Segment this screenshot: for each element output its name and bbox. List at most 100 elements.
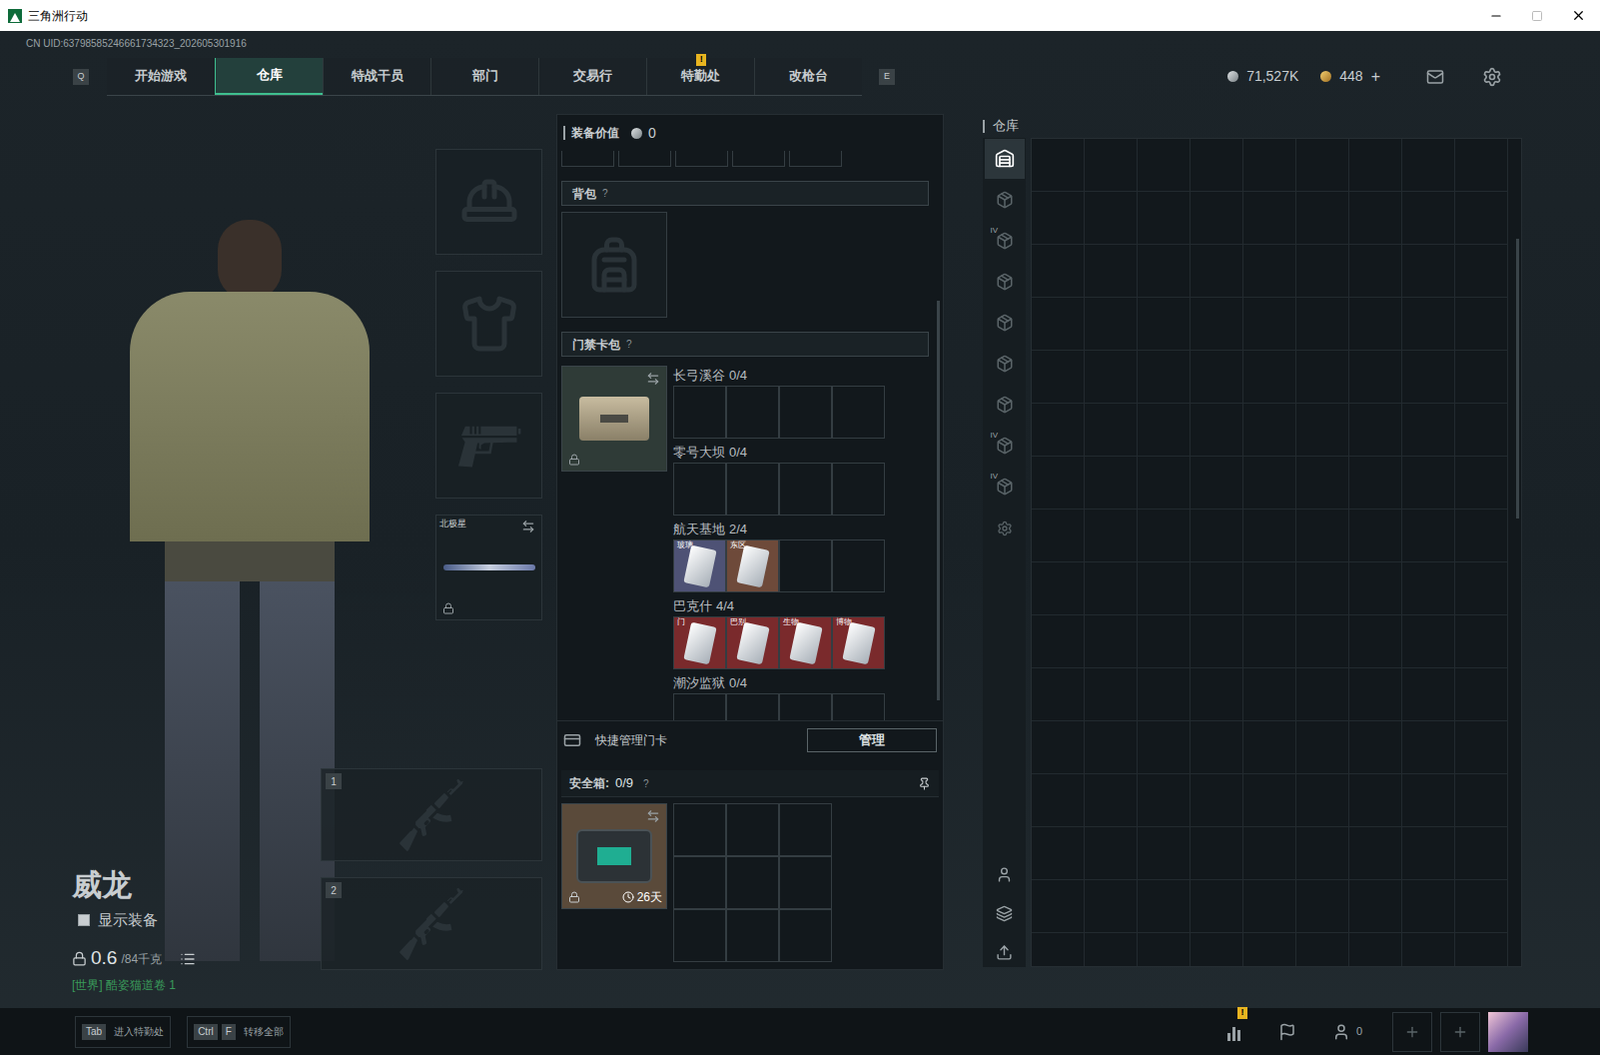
warehouse-cell[interactable] bbox=[1402, 668, 1456, 722]
warehouse-cell[interactable] bbox=[1349, 879, 1403, 933]
keycard-cell[interactable]: 门 bbox=[673, 616, 727, 670]
warehouse-cell[interactable] bbox=[1455, 509, 1509, 563]
maximize-icon[interactable] bbox=[1531, 9, 1544, 22]
rig-cell[interactable] bbox=[675, 150, 729, 167]
warehouse-cell[interactable] bbox=[1243, 721, 1297, 775]
equipment-slot[interactable] bbox=[435, 270, 543, 377]
warehouse-cell[interactable] bbox=[1455, 297, 1509, 351]
warehouse-cell[interactable] bbox=[1243, 879, 1297, 933]
nav-tab[interactable]: 特战干员 bbox=[322, 57, 431, 95]
keycard-cell[interactable] bbox=[726, 693, 780, 721]
warehouse-cell[interactable] bbox=[1190, 350, 1244, 404]
warehouse-tab[interactable] bbox=[984, 138, 1025, 179]
warehouse-cell[interactable] bbox=[1349, 721, 1403, 775]
warehouse-cell[interactable] bbox=[1296, 774, 1350, 827]
warehouse-cell[interactable] bbox=[1296, 244, 1350, 298]
warehouse-cell[interactable] bbox=[1349, 826, 1403, 880]
warehouse-cell[interactable] bbox=[1190, 297, 1244, 351]
warehouse-cell[interactable] bbox=[1455, 562, 1509, 616]
warehouse-cell[interactable] bbox=[1084, 668, 1138, 722]
rig-cell[interactable] bbox=[561, 150, 615, 167]
warehouse-cell[interactable] bbox=[1402, 138, 1456, 192]
warehouse-cell[interactable] bbox=[1243, 774, 1297, 827]
warehouse-cell[interactable] bbox=[1031, 138, 1085, 192]
warehouse-cell[interactable] bbox=[1349, 244, 1403, 298]
warehouse-cell[interactable] bbox=[1031, 456, 1085, 510]
warehouse-tab[interactable]: IV bbox=[984, 466, 1025, 507]
warehouse-cell[interactable] bbox=[1190, 562, 1244, 616]
warehouse-cell[interactable] bbox=[1455, 668, 1509, 722]
warehouse-cell[interactable] bbox=[1402, 932, 1456, 967]
show-equipment-toggle[interactable]: 显示装备 bbox=[77, 908, 321, 932]
warehouse-cell[interactable] bbox=[1296, 668, 1350, 722]
warehouse-cell[interactable] bbox=[1137, 509, 1191, 563]
warehouse-cell[interactable] bbox=[1349, 138, 1403, 192]
warehouse-cell[interactable] bbox=[1243, 456, 1297, 510]
warehouse-cell[interactable] bbox=[1349, 191, 1403, 245]
nav-tab[interactable]: 开始游戏 bbox=[106, 57, 215, 95]
equipment-slot[interactable]: 北极星 bbox=[435, 514, 543, 621]
warehouse-cell[interactable] bbox=[1349, 615, 1403, 669]
warehouse-tab[interactable] bbox=[984, 343, 1025, 384]
warehouse-cell[interactable] bbox=[1190, 244, 1244, 298]
rig-cell[interactable] bbox=[618, 150, 672, 167]
manage-button[interactable]: 管理 bbox=[806, 728, 937, 753]
warehouse-cell[interactable] bbox=[1190, 403, 1244, 457]
warehouse-cell[interactable] bbox=[1137, 562, 1191, 616]
list-icon[interactable] bbox=[179, 950, 196, 967]
warehouse-cell[interactable] bbox=[1190, 932, 1244, 967]
keycard-cell[interactable] bbox=[673, 385, 727, 439]
safebox-cell[interactable] bbox=[673, 855, 727, 909]
warehouse-cell[interactable] bbox=[1349, 562, 1403, 616]
warehouse-cell[interactable] bbox=[1084, 932, 1138, 967]
warehouse-cell[interactable] bbox=[1084, 562, 1138, 616]
warehouse-cell[interactable] bbox=[1402, 244, 1456, 298]
warehouse-cell[interactable] bbox=[1031, 509, 1085, 563]
keycard-cell[interactable] bbox=[779, 462, 832, 516]
nav-tab[interactable]: 部门 bbox=[430, 57, 539, 95]
warehouse-cell[interactable] bbox=[1190, 668, 1244, 722]
equipment-slot[interactable] bbox=[435, 392, 543, 499]
warehouse-cell[interactable] bbox=[1296, 456, 1350, 510]
swap-icon[interactable] bbox=[646, 808, 661, 823]
key-hint[interactable]: CtrlF转移全部 bbox=[186, 1015, 291, 1048]
keycard-cell[interactable] bbox=[779, 539, 832, 593]
warehouse-cell[interactable] bbox=[1084, 721, 1138, 775]
weapon-slot[interactable]: 2 bbox=[320, 876, 543, 970]
safebox-cell[interactable] bbox=[726, 802, 780, 856]
warehouse-cell[interactable] bbox=[1296, 615, 1350, 669]
warehouse-cell[interactable] bbox=[1349, 668, 1403, 722]
warehouse-cell[interactable] bbox=[1349, 774, 1403, 827]
warehouse-cell[interactable] bbox=[1031, 932, 1085, 967]
keycard-cell[interactable]: 东区 bbox=[726, 539, 780, 593]
weapon-slot[interactable]: 1 bbox=[320, 768, 543, 861]
warehouse-cell[interactable] bbox=[1190, 826, 1244, 880]
warehouse-cell[interactable] bbox=[1190, 879, 1244, 933]
warehouse-cell[interactable] bbox=[1296, 826, 1350, 880]
warehouse-cell[interactable] bbox=[1084, 138, 1138, 192]
warehouse-cell[interactable] bbox=[1031, 244, 1085, 298]
warehouse-cell[interactable] bbox=[1349, 297, 1403, 351]
warehouse-cell[interactable] bbox=[1084, 615, 1138, 669]
warehouse-cell[interactable] bbox=[1349, 456, 1403, 510]
operator-icon[interactable] bbox=[995, 865, 1013, 883]
warehouse-cell[interactable] bbox=[1455, 774, 1509, 827]
nav-tab[interactable]: 交易行 bbox=[538, 57, 647, 95]
minimize-icon[interactable] bbox=[1489, 8, 1504, 23]
keycard-cell[interactable] bbox=[831, 693, 885, 721]
warehouse-cell[interactable] bbox=[1296, 297, 1350, 351]
help-badge[interactable]: ? bbox=[643, 776, 650, 792]
help-badge[interactable]: ? bbox=[602, 185, 609, 201]
warehouse-cell[interactable] bbox=[1137, 826, 1191, 880]
warehouse-cell[interactable] bbox=[1137, 138, 1191, 192]
keycard-cell[interactable] bbox=[779, 693, 832, 721]
warehouse-cell[interactable] bbox=[1243, 615, 1297, 669]
warehouse-cell[interactable] bbox=[1137, 774, 1191, 827]
warehouse-cell[interactable] bbox=[1296, 191, 1350, 245]
warehouse-cell[interactable] bbox=[1190, 721, 1244, 775]
keycard-cell[interactable] bbox=[726, 385, 780, 439]
keycard-cell[interactable] bbox=[831, 385, 885, 439]
warehouse-cell[interactable] bbox=[1455, 826, 1509, 880]
warehouse-cell[interactable] bbox=[1084, 879, 1138, 933]
warehouse-cell[interactable] bbox=[1402, 615, 1456, 669]
